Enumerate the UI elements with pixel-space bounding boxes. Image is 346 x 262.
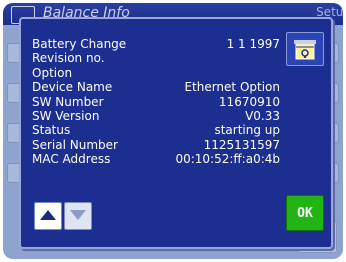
info-label: Status [32,123,71,138]
info-label: SW Version [32,108,100,123]
info-row-battery-change: Battery Change 1 1 1997 [32,37,280,51]
info-value: starting up [214,123,280,138]
info-value: Ethernet Option [184,80,280,95]
info-label: Battery Change [32,37,127,51]
info-label: Serial Number [32,137,118,152]
info-row-serial-number: Serial Number 1125131597 [32,138,280,152]
scroll-down-button[interactable] [64,202,92,230]
info-label: SW Number [32,94,104,109]
info-value: 00:10:52:ff:a0:4b [175,152,280,167]
info-label: Device Name [32,80,113,95]
info-row-sw-number: SW Number 11670910 [32,95,280,109]
ok-button[interactable]: OK [286,195,324,231]
info-row-status: Status starting up [32,123,280,137]
info-row-sw-version: SW Version V0.33 [32,109,280,123]
balance-info-dialog: Battery Change 1 1 1997 Revision no. Opt… [19,17,333,249]
arrow-up-icon [40,210,56,220]
info-list: Battery Change 1 1 1997 Revision no. Opt… [32,37,280,167]
info-help-icon [294,40,316,60]
info-row-revision-no: Revision no. [32,51,280,65]
info-row-mac-address: MAC Address 00:10:52:ff:a0:4b [32,152,280,166]
info-label: Revision no. [32,51,105,66]
info-value: 1 1 1997 [226,37,280,51]
info-label: MAC Address [32,152,111,167]
info-value: 11670910 [218,94,280,109]
info-label: Option [32,65,73,80]
info-help-button[interactable] [286,32,324,66]
scroll-up-button[interactable] [34,202,62,230]
info-row-option: Option [32,66,280,80]
info-value: 1125131597 [203,137,280,152]
arrow-down-icon [70,210,86,220]
info-value: V0.33 [245,108,280,123]
info-row-device-name: Device Name Ethernet Option [32,80,280,94]
